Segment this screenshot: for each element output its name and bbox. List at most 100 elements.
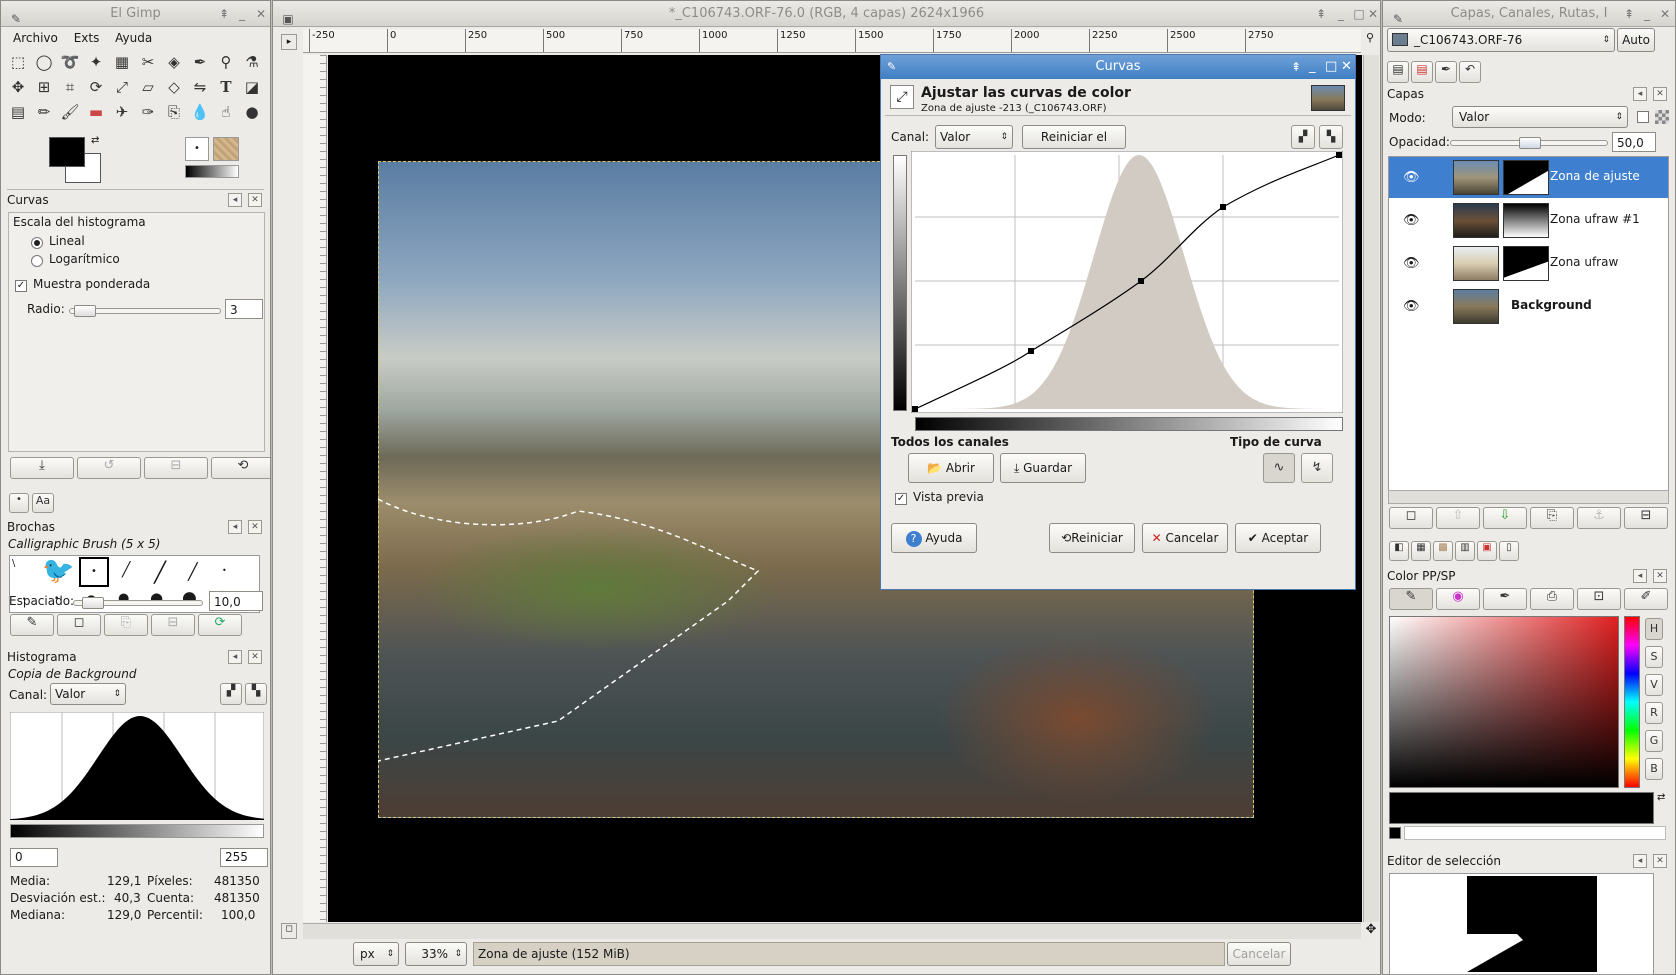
curves-graph[interactable] [911,151,1343,413]
radius-input[interactable]: 3 [225,299,263,319]
scale-icon[interactable]: ⤢ [111,76,133,98]
close-icon[interactable]: ✕ [253,1,269,27]
reset-options-button[interactable]: ⟲ [211,457,270,479]
layer-row[interactable]: 👁 Zona de ajuste [1389,157,1668,198]
eyedropper-button[interactable]: ✐ [1624,588,1668,610]
panel-menu-icon[interactable]: ◂ [228,520,242,534]
color-square[interactable] [1389,616,1619,788]
zoom-fit-icon[interactable]: ⚲ [1362,31,1378,49]
curves-channel-select[interactable]: Valor ⇕ [935,125,1013,149]
layers-titlebar[interactable]: ✎ Capas, Canales, Rutas, I ⇞ _ ✕ [1383,1,1675,27]
gradient-preview[interactable] [185,165,239,178]
panel-menu-icon[interactable]: ◂ [1633,854,1647,868]
panel-menu-icon[interactable]: ◂ [228,193,242,207]
blur-icon[interactable]: 💧 [189,101,211,123]
preview-checkbox[interactable]: ✓ [895,493,907,505]
channel-s-button[interactable]: S [1645,646,1663,668]
layer-row[interactable]: 👁 Background [1389,286,1668,327]
pattern-tab[interactable]: ▩ [1433,541,1453,561]
channel-g-button[interactable]: G [1645,730,1663,752]
selection-preview[interactable] [1467,876,1597,972]
minimize-icon[interactable]: _ [1639,1,1655,27]
layer-row[interactable]: 👁 Zona ufraw #1 [1389,200,1668,241]
image-selector[interactable]: _C106743.ORF-76 ⇕ [1387,28,1615,52]
cmyk-button[interactable]: ⎙ [1530,588,1574,610]
delete-brush-button[interactable]: ⊟ [151,614,195,636]
edit-brush-button[interactable]: ✎ [10,614,54,636]
opacity-input[interactable]: 50,0 [1612,132,1656,152]
anchor-layer-button[interactable]: ⚓ [1577,507,1621,529]
color-wheel-button[interactable]: ◉ [1436,588,1480,610]
cancel-button[interactable]: ✕ Cancelar [1142,523,1228,553]
spacing-input[interactable]: 10,0 [209,591,263,611]
menu-archivo[interactable]: Archivo [7,28,64,48]
pencil-icon[interactable]: ✏ [33,101,55,123]
panel-menu-icon[interactable]: ◂ [1633,87,1647,101]
menu-button-icon[interactable]: ▸ [281,34,297,50]
channels-tab[interactable]: ▤ [1411,61,1433,83]
shear-icon[interactable]: ▱ [137,76,159,98]
vertical-scrollbar[interactable] [1363,55,1379,922]
visibility-eye-icon[interactable]: 👁 [1403,170,1420,185]
auto-button[interactable]: Auto [1617,28,1655,52]
palette-tab[interactable]: ▦ [1411,541,1431,561]
perspective-icon[interactable]: ◇ [163,76,185,98]
pattern-preview[interactable] [213,137,239,161]
document-tab[interactable]: ▯ [1499,541,1519,561]
panel-close-icon[interactable]: ✕ [248,193,262,207]
new-layer-button[interactable]: ◻ [1389,507,1433,529]
menu-ayuda[interactable]: Ayuda [109,28,158,48]
dodge-burn-icon[interactable]: ● [241,101,263,123]
ellipse-select-icon[interactable]: ◯ [33,51,55,73]
reset-button[interactable]: ⟲Reiniciar [1049,523,1135,553]
panel-menu-icon[interactable]: ◂ [1633,569,1647,583]
channel-r-button[interactable]: R [1645,702,1663,724]
sample-merged-checkbox[interactable]: ✓ [15,280,27,292]
layers-hscrollbar[interactable] [1388,490,1669,504]
log-histogram-button[interactable]: ▚ [1319,125,1343,149]
channel-b-button[interactable]: B [1645,758,1663,780]
brush-tab[interactable]: • [9,493,29,513]
linear-histogram-button[interactable]: ▞ [220,683,242,705]
quick-mask-icon[interactable]: ◻ [281,923,297,939]
paths-tab[interactable]: ✒ [1435,61,1457,83]
color-select-icon[interactable]: ▦ [111,51,133,73]
reset-channel-button[interactable]: Reiniciar el canal [1022,125,1126,166]
font-tab[interactable]: Aa [32,493,54,513]
panel-close-icon[interactable]: ✕ [248,650,262,664]
close-icon[interactable]: ✕ [1657,1,1673,27]
horizontal-scrollbar[interactable] [303,923,1361,939]
flip-icon[interactable]: ⇋ [189,76,211,98]
status-cancel-button[interactable]: Cancelar [1227,942,1291,966]
shade-icon[interactable]: ⇞ [1291,55,1301,79]
current-fg-color[interactable] [1389,792,1654,824]
curves-titlebar[interactable]: ✎ Curvas ⇞ _ □ ✕ [881,55,1355,79]
shade-icon[interactable]: ⇞ [1621,1,1637,27]
blend-icon[interactable]: ▤ [7,101,29,123]
minimize-icon[interactable]: _ [1333,1,1349,27]
scales-button[interactable]: ⊡ [1577,588,1621,610]
brush-preview[interactable]: • [185,137,209,161]
navigate-icon[interactable]: ✥ [1363,922,1379,938]
ink-icon[interactable]: ✑ [137,101,159,123]
panel-close-icon[interactable]: ✕ [248,520,262,534]
zoom-select[interactable]: 33% ⇕ [405,942,467,966]
fuzzy-select-icon[interactable]: ✦ [85,51,107,73]
minimize-icon[interactable]: _ [1309,55,1316,79]
rotate-icon[interactable]: ⟳ [85,76,107,98]
mini-fgbg-icon[interactable] [1389,827,1401,839]
restore-options-button[interactable]: ↺ [77,457,141,479]
foreground-select-icon[interactable]: ◈ [163,51,185,73]
new-brush-button[interactable]: ◻ [57,614,101,636]
log-histogram-button[interactable]: ▚ [245,683,267,705]
visibility-eye-icon[interactable]: 👁 [1403,256,1420,271]
crop-icon[interactable]: ⌗ [59,76,81,98]
shade-icon[interactable]: ⇞ [216,1,232,27]
smudge-icon[interactable]: ☝ [215,101,237,123]
maximize-icon[interactable]: □ [1325,55,1337,79]
close-icon[interactable]: ✕ [1341,55,1352,79]
swap-colors-icon[interactable]: ⇄ [1657,792,1665,803]
text-icon[interactable]: T [215,76,237,98]
swap-colors-icon[interactable]: ⇄ [91,135,99,146]
channel-h-button[interactable]: H [1645,618,1663,640]
